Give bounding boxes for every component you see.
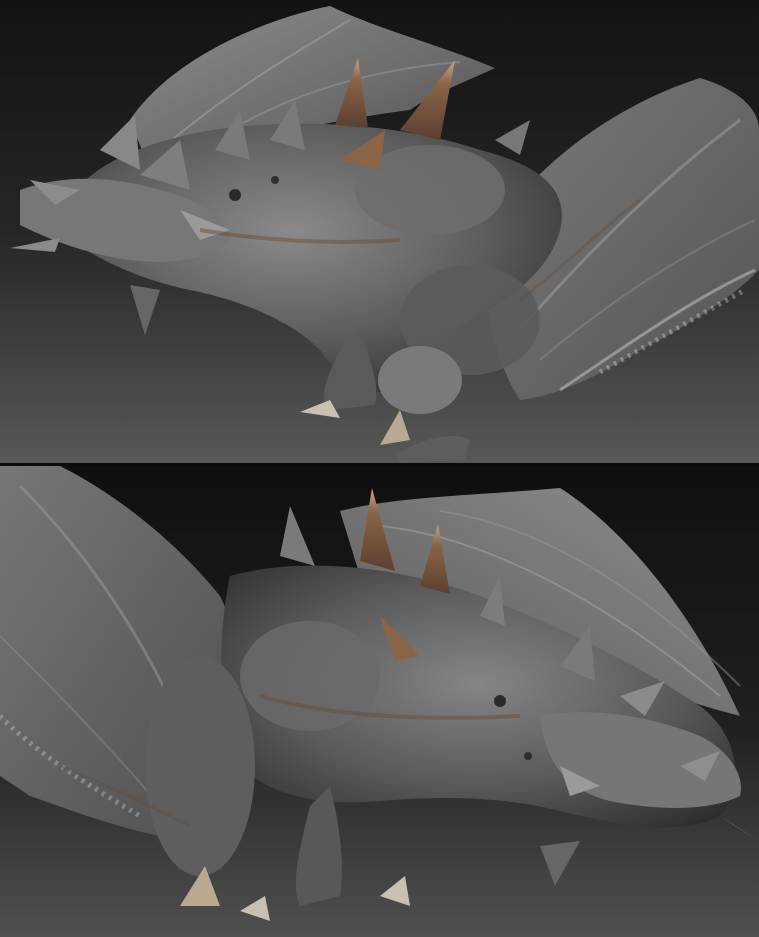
- top-render-view: [0, 0, 759, 463]
- dragon-sculpt-top: [0, 0, 759, 463]
- bottom-render-view: [0, 466, 759, 937]
- knee: [378, 346, 462, 414]
- render-sheet: [0, 0, 759, 937]
- dragon-sculpt-bottom: [0, 466, 759, 937]
- eye: [229, 189, 241, 201]
- fore-leg: [145, 656, 255, 876]
- eye: [494, 695, 506, 707]
